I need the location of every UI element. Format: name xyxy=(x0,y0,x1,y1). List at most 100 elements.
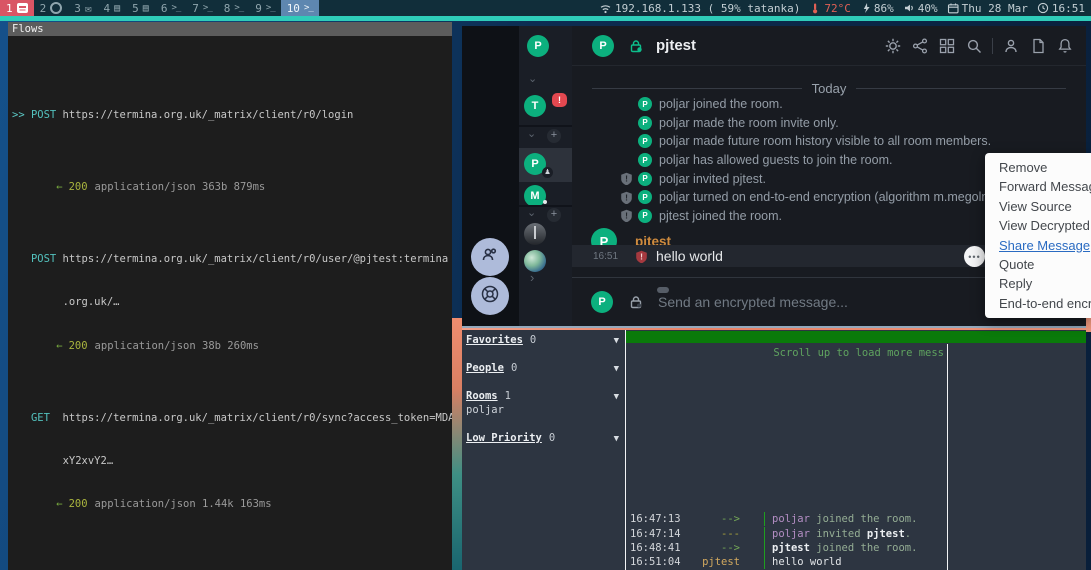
volume-status[interactable]: 40% xyxy=(903,2,938,15)
members-icon[interactable] xyxy=(1002,37,1020,55)
settings-icon[interactable] xyxy=(884,37,902,55)
workspace-icon xyxy=(17,3,28,13)
log-message: hello world xyxy=(772,555,842,569)
people-icon xyxy=(479,244,501,271)
room-avatar-tower[interactable] xyxy=(524,223,546,245)
flow-request-line: GEThttps://termina.org.uk/_matrix/client… xyxy=(12,411,452,425)
prefix-separator-bar xyxy=(764,512,765,526)
workspace-button[interactable]: 3 xyxy=(68,0,97,16)
search-icon[interactable] xyxy=(965,37,983,55)
response-arrow: ← xyxy=(56,340,62,352)
context-menu-item[interactable]: End-to-end encry xyxy=(985,294,1091,313)
wallpaper-teal-band xyxy=(0,16,1091,21)
chevron-down-icon[interactable]: ⌄ xyxy=(527,127,536,140)
notifications-icon[interactable] xyxy=(1056,37,1074,55)
room-header: P pjtest xyxy=(572,26,1086,66)
add-room-button[interactable]: + xyxy=(547,208,561,222)
buffer-section-header[interactable]: Favorites0 ▼ xyxy=(462,333,625,347)
context-menu-item[interactable]: Quote xyxy=(985,255,1091,274)
buffer-section-header[interactable]: Low Priority0 ▼ xyxy=(462,431,625,445)
workspace-icon xyxy=(266,3,275,13)
room-event: ! P poljar made the room invite only. xyxy=(572,114,1086,133)
flow-method: POST xyxy=(31,108,63,122)
flow-entry[interactable]: POSThttps://termina.org.uk/_matrix/clien… xyxy=(12,540,452,570)
user-avatar[interactable]: P xyxy=(527,35,549,57)
workspace-button[interactable]: 10 xyxy=(281,0,319,16)
event-avatar: P xyxy=(638,134,652,148)
context-menu-item[interactable]: View Decrypted S xyxy=(985,216,1091,235)
flow-entry[interactable]: GEThttps://termina.org.uk/_matrix/client… xyxy=(12,382,452,540)
i3-status-bar: 1 2 3 4 5 6 7 8 9 10 xyxy=(0,0,1091,16)
room-avatar-earth[interactable] xyxy=(524,250,546,272)
workspace-button[interactable]: 1 xyxy=(0,0,34,16)
workspace-button[interactable]: 5 xyxy=(126,0,155,16)
warning-shield-icon: ! xyxy=(635,250,648,263)
direct-chat-badge: ♟ xyxy=(542,167,553,178)
log-timestamp: 16:47:14 xyxy=(626,527,682,541)
scrollback-notice: Scroll up to load more mess xyxy=(626,346,944,360)
buffer-section-header[interactable]: People0 ▼ xyxy=(462,361,625,375)
context-menu-item[interactable]: Forward Message xyxy=(985,177,1091,196)
flow-response-line: ←200application/json 1.44k 163ms xyxy=(12,497,452,511)
collapse-triangle-icon[interactable]: ▼ xyxy=(614,432,619,446)
flow-entry[interactable]: >>POSThttps://termina.org.uk/_matrix/cli… xyxy=(12,79,452,223)
response-meta: application/json 363b 879ms xyxy=(95,181,266,193)
response-code: 200 xyxy=(69,498,88,510)
collapse-triangle-icon[interactable]: ▼ xyxy=(614,362,619,376)
flow-url: https://termina.org.uk/_matrix/client/r0… xyxy=(63,109,354,121)
workspace-button[interactable]: 7 xyxy=(186,0,217,16)
community-members-button[interactable] xyxy=(471,238,509,276)
log-segment: joined the room. xyxy=(810,542,917,554)
prefix-separator-bar xyxy=(764,555,765,569)
workspace-number: 8 xyxy=(224,2,231,15)
room-header-avatar[interactable]: P xyxy=(592,35,614,57)
chevron-down-icon[interactable]: ⌄ xyxy=(527,206,536,219)
log-segment: invited xyxy=(810,528,867,540)
flow-entry[interactable]: POSThttps://termina.org.uk/_matrix/clien… xyxy=(12,223,452,381)
event-text: pjtest joined the room. xyxy=(659,209,782,223)
share-icon[interactable] xyxy=(911,37,929,55)
power-icon xyxy=(860,2,871,14)
workspace-button[interactable]: 6 xyxy=(155,0,186,16)
context-menu-item[interactable]: View Source xyxy=(985,197,1091,216)
log-segment: joined the room. xyxy=(810,513,917,525)
workspace-button[interactable]: 8 xyxy=(218,0,249,16)
explore-button[interactable] xyxy=(471,277,509,315)
collapse-triangle-icon[interactable]: ▼ xyxy=(614,334,619,348)
buffer-section-header[interactable]: Rooms1 ▼ xyxy=(462,389,625,403)
chevron-right-icon[interactable]: › xyxy=(530,270,534,285)
buffer-item[interactable]: poljar xyxy=(462,403,625,417)
explore-icon xyxy=(479,283,501,310)
unencrypted-shield-icon: ! xyxy=(620,191,633,204)
files-icon[interactable] xyxy=(1029,37,1047,55)
workspace-button[interactable]: 9 xyxy=(249,0,280,16)
workspace-icon xyxy=(50,2,62,14)
response-meta: application/json 38b 260ms xyxy=(95,340,259,352)
battery-status: 86% xyxy=(860,2,894,15)
workspace-button[interactable]: 2 xyxy=(34,0,69,16)
event-avatar: P xyxy=(638,153,652,167)
response-meta: application/json 1.44k 163ms xyxy=(95,498,272,510)
context-menu-item[interactable]: Reply xyxy=(985,274,1091,293)
flow-method: GET xyxy=(31,411,63,425)
flow-method: POST xyxy=(31,252,63,266)
workspace-button[interactable]: 4 xyxy=(98,0,127,16)
add-room-button[interactable]: + xyxy=(547,129,561,143)
context-menu-item[interactable]: Share Message xyxy=(985,236,1091,255)
header-divider xyxy=(992,38,993,54)
workspace-number: 7 xyxy=(192,2,199,15)
buffer-section: People0 ▼ xyxy=(462,361,625,375)
context-menu-item[interactable]: Remove xyxy=(985,158,1091,177)
room-avatar-t[interactable]: T xyxy=(524,95,546,117)
room-avatar-m[interactable]: M xyxy=(524,185,546,207)
message-input[interactable] xyxy=(656,293,910,311)
weechat-chat-area: Scroll up to load more mess 16:47:13 -->… xyxy=(626,330,1086,570)
chevron-down-icon[interactable]: ⌄ xyxy=(528,72,537,85)
clock-icon xyxy=(1037,2,1049,14)
collapse-triangle-icon[interactable]: ▼ xyxy=(614,390,619,404)
message-options-button[interactable]: ••• xyxy=(964,246,985,267)
apps-icon[interactable] xyxy=(938,37,956,55)
workspace-icon xyxy=(85,2,92,15)
workspace-number: 6 xyxy=(161,2,168,15)
section-count: 1 xyxy=(505,390,511,402)
